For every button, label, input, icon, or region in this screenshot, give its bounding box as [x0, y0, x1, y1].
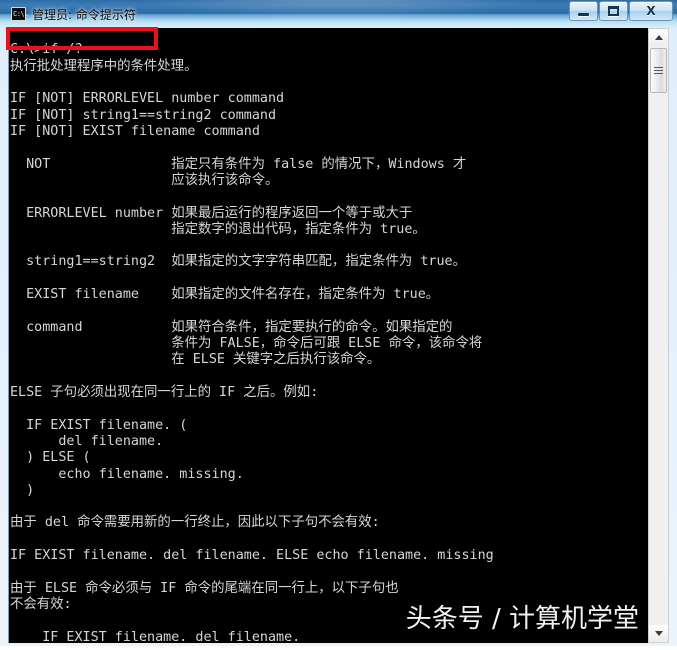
watermark-text: 头条号 / 计算机学堂 [406, 598, 639, 635]
console-output-area[interactable]: C:\>if /? 执行批处理程序中的条件处理。 IF [NOT] ERRORL… [8, 28, 649, 643]
close-button[interactable]: X [629, 1, 673, 21]
console-icon[interactable] [11, 7, 26, 21]
window-title: 管理员: 命令提示符 [32, 6, 136, 23]
scrollbar-thumb[interactable] [650, 48, 667, 93]
vertical-scrollbar[interactable] [648, 28, 669, 643]
minimize-button[interactable] [569, 1, 598, 21]
desktop-background: 管理员: 命令提示符 X [0, 0, 677, 646]
minimize-icon [570, 2, 597, 20]
titlebar-left-group: 管理员: 命令提示符 [11, 4, 136, 24]
command-prompt-window: 管理员: 命令提示符 X [0, 0, 677, 650]
maximize-icon [600, 2, 627, 20]
window-frame: C:\>if /? 执行批处理程序中的条件处理。 IF [NOT] ERRORL… [0, 28, 677, 646]
window-titlebar[interactable]: 管理员: 命令提示符 X [0, 0, 677, 28]
chevron-down-icon [655, 631, 663, 636]
scroll-down-button[interactable] [649, 625, 668, 642]
scrollbar-grip-icon [654, 67, 663, 74]
close-icon: X [630, 2, 672, 20]
chevron-up-icon [655, 35, 663, 40]
console-text: C:\>if /? 执行批处理程序中的条件处理。 IF [NOT] ERRORL… [10, 42, 494, 643]
scroll-up-button[interactable] [649, 29, 668, 46]
maximize-button[interactable] [599, 1, 628, 21]
window-controls: X [568, 1, 673, 21]
